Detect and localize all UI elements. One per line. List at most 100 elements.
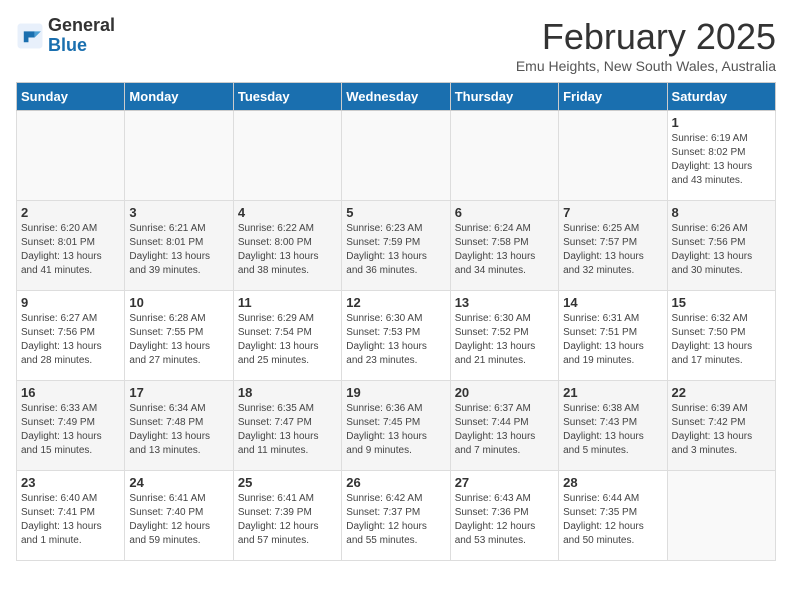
calendar-cell: 11Sunrise: 6:29 AM Sunset: 7:54 PM Dayli…	[233, 291, 341, 381]
day-number: 5	[346, 205, 445, 220]
day-number: 23	[21, 475, 120, 490]
day-info: Sunrise: 6:30 AM Sunset: 7:53 PM Dayligh…	[346, 312, 445, 368]
day-number: 7	[563, 205, 662, 220]
calendar-cell: 17 Sunrise: 6:34 AM Sunset: 7:48 PM Dayli…	[125, 381, 233, 471]
weekday-header-row: SundayMondayTuesdayWednesdayThursdayFrid…	[17, 83, 776, 111]
logo: General Blue	[16, 16, 115, 56]
day-info: Sunrise: 6:40 AM Sunset: 7:41 PM Dayligh…	[21, 492, 120, 548]
calendar-cell: 5 Sunrise: 6:23 AM Sunset: 7:59 PM Daylig…	[342, 201, 450, 291]
day-info: Sunrise: 6:27 AM Sunset: 7:56 PM Dayligh…	[21, 312, 120, 368]
weekday-header-friday: Friday	[559, 83, 667, 111]
day-info: Sunrise: 6:34 AM Sunset: 7:48 PM Dayligh…	[129, 402, 228, 458]
calendar-cell: 27 Sunrise: 6:43 AM Sunset: 7:36 PM Dayli…	[450, 471, 558, 561]
calendar-cell: 2Sunrise: 6:20 AM Sunset: 8:01 PM Daylig…	[17, 201, 125, 291]
day-number: 4	[238, 205, 337, 220]
weekday-header-tuesday: Tuesday	[233, 83, 341, 111]
calendar-cell	[559, 111, 667, 201]
day-info: Sunrise: 6:43 AM Sunset: 7:36 PM Dayligh…	[455, 492, 554, 548]
calendar-week-5: 23 Sunrise: 6:40 AM Sunset: 7:41 PM Dayli…	[17, 471, 776, 561]
day-number: 18	[238, 385, 337, 400]
logo-icon	[16, 22, 44, 50]
logo-general-text: General	[48, 15, 115, 35]
day-info: Sunrise: 6:28 AM Sunset: 7:55 PM Dayligh…	[129, 312, 228, 368]
calendar-cell	[342, 111, 450, 201]
weekday-header-thursday: Thursday	[450, 83, 558, 111]
calendar-cell: 24 Sunrise: 6:41 AM Sunset: 7:40 PM Dayli…	[125, 471, 233, 561]
day-info: Sunrise: 6:19 AM Sunset: 8:02 PM Dayligh…	[672, 132, 771, 188]
day-number: 3	[129, 205, 228, 220]
calendar-cell: 25Sunrise: 6:41 AM Sunset: 7:39 PM Dayli…	[233, 471, 341, 561]
day-info: Sunrise: 6:42 AM Sunset: 7:37 PM Dayligh…	[346, 492, 445, 548]
logo-blue-text: Blue	[48, 35, 87, 55]
calendar-cell: 15 Sunrise: 6:32 AM Sunset: 7:50 PM Dayli…	[667, 291, 775, 381]
calendar-cell: 1 Sunrise: 6:19 AM Sunset: 8:02 PM Daylig…	[667, 111, 775, 201]
title-block: February 2025 Emu Heights, New South Wal…	[516, 16, 776, 74]
calendar-cell: 21 Sunrise: 6:38 AM Sunset: 7:43 PM Dayli…	[559, 381, 667, 471]
calendar-cell: 13Sunrise: 6:30 AM Sunset: 7:52 PM Dayli…	[450, 291, 558, 381]
day-info: Sunrise: 6:33 AM Sunset: 7:49 PM Dayligh…	[21, 402, 120, 458]
location-text: Emu Heights, New South Wales, Australia	[516, 58, 776, 74]
calendar-cell: 8 Sunrise: 6:26 AM Sunset: 7:56 PM Daylig…	[667, 201, 775, 291]
day-info: Sunrise: 6:32 AM Sunset: 7:50 PM Dayligh…	[672, 312, 771, 368]
weekday-header-saturday: Saturday	[667, 83, 775, 111]
calendar-cell: 22Sunrise: 6:39 AM Sunset: 7:42 PM Dayli…	[667, 381, 775, 471]
day-number: 21	[563, 385, 662, 400]
day-number: 27	[455, 475, 554, 490]
day-number: 9	[21, 295, 120, 310]
day-number: 26	[346, 475, 445, 490]
calendar-cell: 18 Sunrise: 6:35 AM Sunset: 7:47 PM Dayli…	[233, 381, 341, 471]
day-number: 15	[672, 295, 771, 310]
calendar-cell: 14Sunrise: 6:31 AM Sunset: 7:51 PM Dayli…	[559, 291, 667, 381]
calendar-cell: 6Sunrise: 6:24 AM Sunset: 7:58 PM Daylig…	[450, 201, 558, 291]
calendar-cell: 10Sunrise: 6:28 AM Sunset: 7:55 PM Dayli…	[125, 291, 233, 381]
day-number: 11	[238, 295, 337, 310]
calendar-cell: 9 Sunrise: 6:27 AM Sunset: 7:56 PM Daylig…	[17, 291, 125, 381]
calendar-cell: 4Sunrise: 6:22 AM Sunset: 8:00 PM Daylig…	[233, 201, 341, 291]
calendar-cell	[233, 111, 341, 201]
day-info: Sunrise: 6:35 AM Sunset: 7:47 PM Dayligh…	[238, 402, 337, 458]
day-number: 17	[129, 385, 228, 400]
day-info: Sunrise: 6:38 AM Sunset: 7:43 PM Dayligh…	[563, 402, 662, 458]
day-info: Sunrise: 6:37 AM Sunset: 7:44 PM Dayligh…	[455, 402, 554, 458]
calendar-week-1: 1 Sunrise: 6:19 AM Sunset: 8:02 PM Daylig…	[17, 111, 776, 201]
weekday-header-monday: Monday	[125, 83, 233, 111]
calendar-week-4: 16 Sunrise: 6:33 AM Sunset: 7:49 PM Dayli…	[17, 381, 776, 471]
calendar-cell: 19Sunrise: 6:36 AM Sunset: 7:45 PM Dayli…	[342, 381, 450, 471]
month-title: February 2025	[516, 16, 776, 58]
day-number: 6	[455, 205, 554, 220]
calendar-cell: 28 Sunrise: 6:44 AM Sunset: 7:35 PM Dayli…	[559, 471, 667, 561]
day-number: 2	[21, 205, 120, 220]
calendar-cell: 3 Sunrise: 6:21 AM Sunset: 8:01 PM Daylig…	[125, 201, 233, 291]
calendar-table: SundayMondayTuesdayWednesdayThursdayFrid…	[16, 82, 776, 561]
weekday-header-wednesday: Wednesday	[342, 83, 450, 111]
day-number: 16	[21, 385, 120, 400]
page-header: General Blue February 2025 Emu Heights, …	[16, 16, 776, 74]
day-number: 12	[346, 295, 445, 310]
day-number: 1	[672, 115, 771, 130]
day-info: Sunrise: 6:26 AM Sunset: 7:56 PM Dayligh…	[672, 222, 771, 278]
day-number: 14	[563, 295, 662, 310]
calendar-cell: 20Sunrise: 6:37 AM Sunset: 7:44 PM Dayli…	[450, 381, 558, 471]
calendar-week-3: 9 Sunrise: 6:27 AM Sunset: 7:56 PM Daylig…	[17, 291, 776, 381]
calendar-week-2: 2Sunrise: 6:20 AM Sunset: 8:01 PM Daylig…	[17, 201, 776, 291]
day-info: Sunrise: 6:30 AM Sunset: 7:52 PM Dayligh…	[455, 312, 554, 368]
calendar-cell	[667, 471, 775, 561]
day-number: 8	[672, 205, 771, 220]
calendar-cell: 7 Sunrise: 6:25 AM Sunset: 7:57 PM Daylig…	[559, 201, 667, 291]
weekday-header-sunday: Sunday	[17, 83, 125, 111]
day-info: Sunrise: 6:41 AM Sunset: 7:40 PM Dayligh…	[129, 492, 228, 548]
day-number: 25	[238, 475, 337, 490]
calendar-cell: 12 Sunrise: 6:30 AM Sunset: 7:53 PM Dayli…	[342, 291, 450, 381]
calendar-cell: 16 Sunrise: 6:33 AM Sunset: 7:49 PM Dayli…	[17, 381, 125, 471]
day-number: 22	[672, 385, 771, 400]
calendar-cell: 26 Sunrise: 6:42 AM Sunset: 7:37 PM Dayli…	[342, 471, 450, 561]
day-number: 19	[346, 385, 445, 400]
day-info: Sunrise: 6:25 AM Sunset: 7:57 PM Dayligh…	[563, 222, 662, 278]
day-info: Sunrise: 6:21 AM Sunset: 8:01 PM Dayligh…	[129, 222, 228, 278]
calendar-cell	[450, 111, 558, 201]
calendar-cell: 23 Sunrise: 6:40 AM Sunset: 7:41 PM Dayli…	[17, 471, 125, 561]
day-info: Sunrise: 6:23 AM Sunset: 7:59 PM Dayligh…	[346, 222, 445, 278]
day-number: 28	[563, 475, 662, 490]
day-info: Sunrise: 6:44 AM Sunset: 7:35 PM Dayligh…	[563, 492, 662, 548]
day-number: 24	[129, 475, 228, 490]
